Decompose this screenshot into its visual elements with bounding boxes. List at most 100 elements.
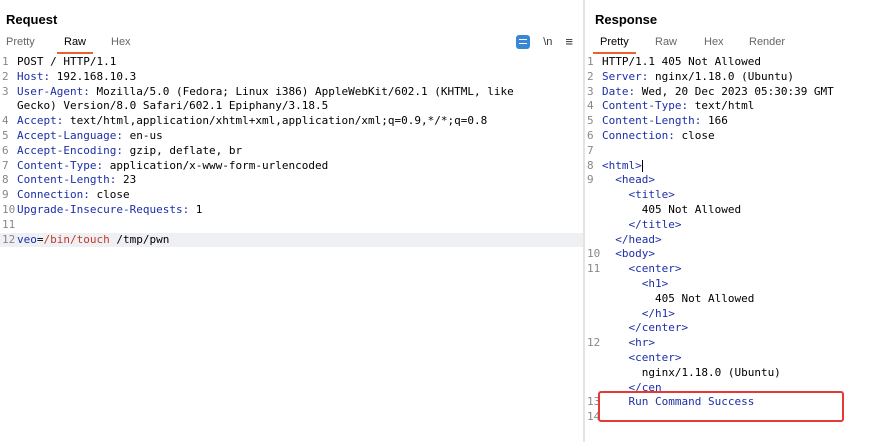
- line-number: 10: [587, 247, 601, 261]
- html-tag: <head>: [615, 173, 655, 187]
- code-line: 405 Not Allowed: [585, 292, 871, 307]
- line-number: 12: [587, 336, 601, 350]
- html-tag: </center>: [628, 321, 689, 335]
- line-number: 9: [587, 173, 594, 187]
- line-text: Content-Length: 166: [602, 114, 728, 129]
- header-name: Date:: [602, 84, 636, 98]
- header-value: close: [89, 188, 130, 202]
- request-tab-hex[interactable]: Hex: [111, 36, 131, 48]
- line-text: Content-Length: 23: [17, 173, 136, 188]
- html-tag: <html>: [602, 158, 642, 172]
- line-number: 3: [2, 84, 9, 98]
- code-line: 8 <html>: [585, 159, 871, 174]
- line-text: 405 Not Allowed: [602, 203, 741, 218]
- response-tab-render[interactable]: Render: [749, 36, 785, 48]
- line-text: Connection: close: [17, 188, 130, 203]
- html-tag: </title>: [628, 217, 682, 231]
- line-text: 405 Not Allowed: [602, 292, 754, 307]
- line-number: 2: [2, 69, 9, 83]
- header-value: 192.168.10.3: [50, 69, 137, 83]
- header-value: text/html,application/xhtml+xml,applicat…: [63, 114, 488, 128]
- line-text: </head>: [602, 232, 662, 248]
- response-tab-hex[interactable]: Hex: [704, 36, 724, 48]
- code-line: 9 Connection: close: [0, 188, 583, 203]
- line-number: 4: [2, 114, 9, 128]
- line-number: 9: [2, 188, 9, 202]
- header-value: Wed, 20 Dec 2023 05:30:39 GMT: [635, 84, 834, 98]
- code-line: <center>: [585, 351, 871, 366]
- request-title: Request: [6, 12, 58, 27]
- line-text: Gecko) Version/8.0 Safari/602.1 Epiphany…: [17, 99, 328, 114]
- html-tag: </h1>: [641, 306, 675, 320]
- line-text: nginx/1.18.0 (Ubuntu): [602, 366, 781, 381]
- line-number: 2: [587, 69, 594, 83]
- code-line: </title>: [585, 218, 871, 233]
- html-tag: <center>: [628, 262, 682, 276]
- header-name: Server:: [602, 69, 649, 83]
- code-line: 1 POST / HTTP/1.1: [0, 55, 583, 70]
- hamburger-icon[interactable]: ≡: [565, 34, 573, 49]
- line-text: POST / HTTP/1.1: [17, 55, 116, 70]
- code-line: 12 veo=/bin/touch /tmp/pwn: [0, 232, 583, 248]
- line-text: <hr>: [602, 336, 656, 351]
- code-line: 11: [0, 218, 583, 233]
- response-tabs: Pretty Raw Hex Render: [585, 35, 871, 54]
- line-text: <h1>: [602, 277, 669, 292]
- body-param-value: /bin/touch: [43, 232, 110, 246]
- request-tab-raw[interactable]: Raw: [56, 36, 94, 54]
- header-name: Accept:: [17, 114, 64, 128]
- code-line: 3 User-Agent: Mozilla/5.0 (Fedora; Linux …: [0, 85, 583, 100]
- code-line: 5 Accept-Language: en-us: [0, 129, 583, 144]
- code-line: Gecko) Version/8.0 Safari/602.1 Epiphany…: [0, 99, 583, 114]
- line-number: 8: [587, 158, 594, 172]
- code-line: 7 Content-Type: application/x-www-form-ur…: [0, 159, 583, 174]
- line-number: 11: [587, 262, 601, 276]
- html-tag: <body>: [615, 247, 655, 261]
- line-text: Connection: close: [602, 129, 715, 144]
- line-text: <body>: [602, 247, 655, 262]
- response-tab-raw[interactable]: Raw: [655, 36, 677, 48]
- header-value: 166: [701, 114, 728, 128]
- line-number: 10: [2, 202, 16, 216]
- code-line: </head>: [585, 233, 871, 248]
- line-number: 4: [587, 99, 594, 113]
- code-line: </h1>: [585, 307, 871, 322]
- line-content: nginx/1.18.0 (Ubuntu): [602, 365, 781, 379]
- code-line: 12 <hr>: [585, 336, 871, 351]
- line-text: Date: Wed, 20 Dec 2023 05:30:39 GMT: [602, 85, 834, 100]
- header-name: Accept-Language:: [17, 128, 123, 142]
- wrap-icon[interactable]: [516, 34, 531, 49]
- html-tag: <hr>: [628, 336, 656, 350]
- header-name: Content-Length:: [17, 173, 117, 187]
- code-line: </center>: [585, 321, 871, 336]
- code-line: 2 Host: 192.168.10.3: [0, 70, 583, 85]
- newline-toggle[interactable]: \n: [543, 36, 552, 48]
- line-text: <center>: [602, 351, 682, 366]
- response-tab-pretty[interactable]: Pretty: [593, 36, 636, 54]
- code-line: nginx/1.18.0 (Ubuntu): [585, 366, 871, 381]
- request-editor[interactable]: 1 POST / HTTP/1.1 2 Host: 192.168.10.3 3 User…: [0, 55, 583, 248]
- body-param-name: veo: [17, 232, 37, 246]
- line-number: 7: [2, 158, 9, 172]
- header-name: User-Agent:: [17, 84, 90, 98]
- line-text: Content-Type: application/x-www-form-url…: [17, 159, 328, 174]
- html-tag: </head>: [615, 232, 662, 246]
- body-param-rest: /tmp/pwn: [109, 232, 170, 246]
- response-pane: Response Pretty Raw Hex Render 1 HTTP/1.1…: [585, 0, 871, 442]
- line-number: 8: [2, 173, 9, 187]
- header-value: nginx/1.18.0 (Ubuntu): [648, 69, 795, 83]
- header-name: Content-Type:: [17, 158, 104, 172]
- header-value: text/html: [688, 99, 755, 113]
- response-editor[interactable]: 1 HTTP/1.1 405 Not Allowed 2 Server: nginx/…: [585, 55, 871, 425]
- header-name: Connection:: [17, 188, 90, 202]
- code-line: 4 Content-Type: text/html: [585, 99, 871, 114]
- header-value: application/x-www-form-urlencoded: [103, 158, 329, 172]
- header-name: Host:: [17, 69, 51, 83]
- request-tab-pretty[interactable]: Pretty: [6, 36, 35, 48]
- header-name: Connection:: [602, 128, 675, 142]
- line-text: veo=/bin/touch /tmp/pwn: [17, 233, 169, 248]
- header-name: Content-Length:: [602, 114, 702, 128]
- code-line: 8 Content-Length: 23: [0, 173, 583, 188]
- code-line: 6 Accept-Encoding: gzip, deflate, br: [0, 144, 583, 159]
- text-cursor: [641, 159, 643, 172]
